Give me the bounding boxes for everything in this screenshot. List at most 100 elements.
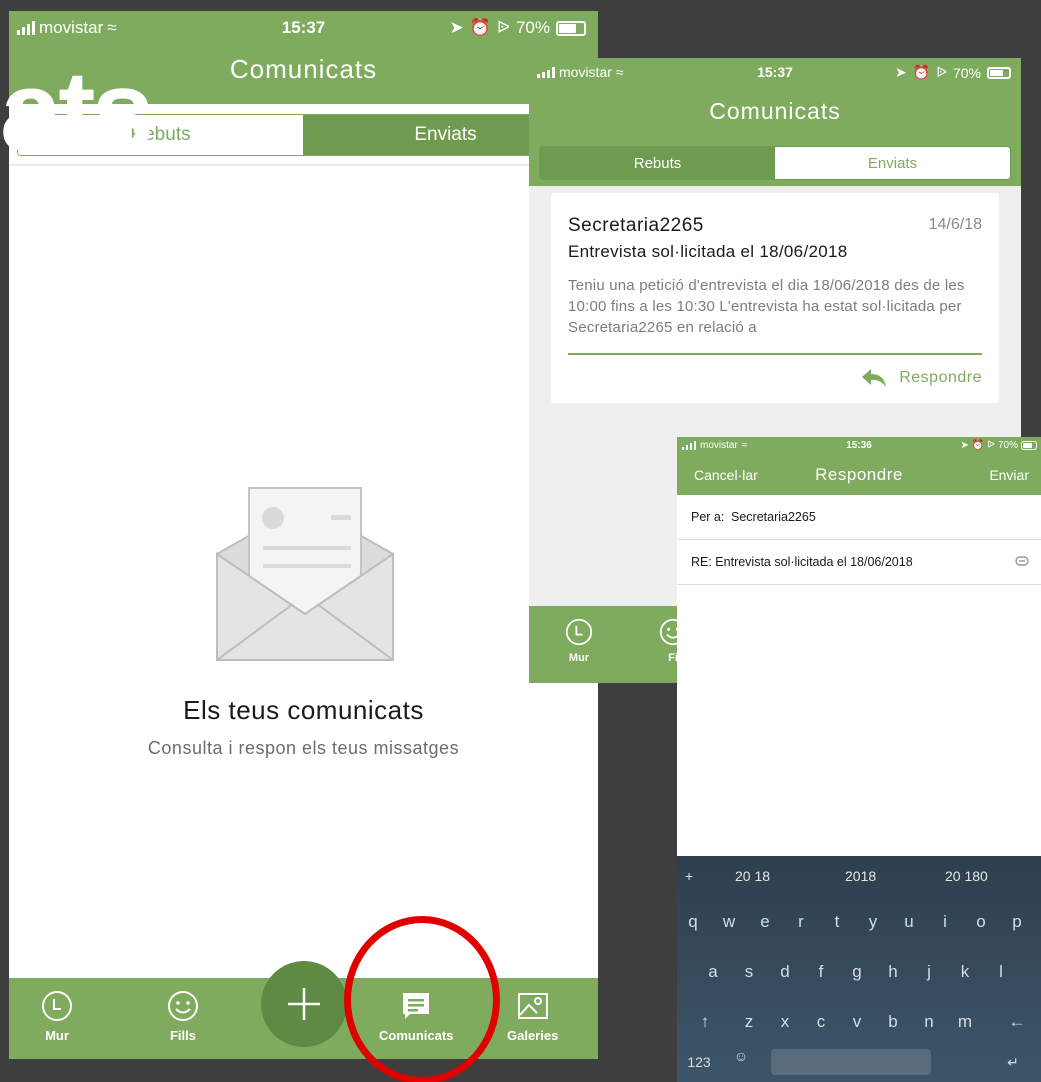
message-date: 14/6/18 xyxy=(928,216,982,233)
battery-icon xyxy=(556,20,586,36)
key[interactable]: d xyxy=(775,962,795,982)
key[interactable]: j xyxy=(919,962,939,982)
emoji-key[interactable]: ☺ xyxy=(731,1048,751,1064)
suggestion-1[interactable]: 20 18 xyxy=(735,868,770,884)
status-right: ➤ ⏰ ᐉ 70% xyxy=(895,64,1011,81)
key[interactable]: b xyxy=(883,1012,903,1032)
empty-state-subtitle: Consulta i respon els teus missatges xyxy=(147,738,460,758)
key[interactable]: p xyxy=(1007,912,1027,932)
message-card[interactable]: Secretaria2265 14/6/18 Entrevista sol·li… xyxy=(551,193,999,403)
suggestion-2[interactable]: 2018 xyxy=(845,868,876,884)
highlight-circle xyxy=(344,916,500,1082)
send-button[interactable]: Enviar xyxy=(989,467,1029,483)
suggestion-bar: + 20 18 2018 20 180 xyxy=(677,856,1041,898)
clock-icon xyxy=(565,618,593,646)
battery-label: 70% xyxy=(997,440,1018,451)
subject-row[interactable]: RE: Entrevista sol·licitada el 18/06/201… xyxy=(677,540,1041,585)
battery-label: 70% xyxy=(952,64,981,81)
nav-header: Respondre Cancel·lar Enviar xyxy=(677,455,1041,495)
phone-reply-compose: movistar ≈ 15:36 ➤ ⏰ ᐉ 70% Respondre Can… xyxy=(677,437,1041,1082)
status-bar: movistar ≈ 15:36 ➤ ⏰ ᐉ 70% xyxy=(677,437,1041,455)
enter-key[interactable]: ↵ xyxy=(1003,1054,1023,1071)
key[interactable]: q xyxy=(683,912,703,932)
key[interactable]: i xyxy=(935,912,955,932)
key[interactable]: x xyxy=(775,1012,795,1032)
message-subject: Entrevista sol·licitada el 18/06/2018 xyxy=(568,242,848,261)
nav-header: Comunicats xyxy=(529,86,1021,134)
battery-icon xyxy=(1021,441,1037,450)
key[interactable]: s xyxy=(739,962,759,982)
bluetooth-icon: ᐉ xyxy=(987,440,995,451)
empty-state-title: Els teus comunicats xyxy=(183,695,424,725)
location-icon: ➤ xyxy=(895,64,907,80)
status-right: ➤ ⏰ ᐉ 70% xyxy=(960,440,1037,451)
reply-icon xyxy=(862,369,887,387)
tab-mur[interactable]: Mur xyxy=(41,978,73,1043)
tab-enviats[interactable]: Enviats xyxy=(775,147,1010,179)
tab-galeries[interactable]: Galeries xyxy=(507,978,558,1043)
key[interactable]: c xyxy=(811,1012,831,1032)
recipient-row[interactable]: Per a: Secretaria2265 xyxy=(677,495,1041,540)
bluetooth-icon: ᐉ xyxy=(496,18,510,37)
key[interactable]: a xyxy=(703,962,723,982)
alarm-icon: ⏰ xyxy=(971,440,985,451)
key[interactable]: k xyxy=(955,962,975,982)
overlay-text-fragment: ats xyxy=(0,48,154,173)
key[interactable]: t xyxy=(827,912,847,932)
gallery-icon xyxy=(517,993,548,1019)
key[interactable]: h xyxy=(883,962,903,982)
subject-field[interactable]: RE: Entrevista sol·licitada el 18/06/201… xyxy=(691,555,913,569)
key[interactable]: z xyxy=(739,1012,759,1032)
backspace-key[interactable]: ← xyxy=(1007,1012,1027,1032)
shift-key[interactable]: ↑ xyxy=(695,1012,715,1032)
alarm-icon: ⏰ xyxy=(912,64,931,80)
key[interactable]: y xyxy=(863,912,883,932)
plus-icon xyxy=(288,988,320,1020)
envelope-icon xyxy=(216,487,394,661)
tab-rebuts[interactable]: Rebuts xyxy=(540,147,775,179)
status-right: ➤ ⏰ ᐉ 70% xyxy=(449,18,586,38)
tab-fills-label: Fills xyxy=(169,1028,196,1043)
key[interactable]: r xyxy=(791,912,811,932)
key[interactable]: e xyxy=(755,912,775,932)
message-sender: Secretaria2265 xyxy=(568,215,704,236)
numbers-key[interactable]: 123 xyxy=(683,1054,715,1070)
alarm-icon: ⏰ xyxy=(469,18,491,37)
page-title: Comunicats xyxy=(709,98,841,124)
battery-label: 70% xyxy=(515,18,550,37)
tab-mur-label: Mur xyxy=(45,1028,69,1043)
tab-mur[interactable]: Mur xyxy=(565,606,593,664)
message-body: Teniu una petició d'entrevista el dia 18… xyxy=(568,277,965,336)
key[interactable]: w xyxy=(719,912,739,932)
key[interactable]: v xyxy=(847,1012,867,1032)
key[interactable]: m xyxy=(955,1012,975,1032)
key-row-2: a s d f g h j k l xyxy=(677,954,1041,992)
segmented-control: Rebuts Enviats xyxy=(539,146,1011,180)
cancel-button[interactable]: Cancel·lar xyxy=(694,467,758,483)
keyboard: + 20 18 2018 20 180 q w e r t y u i o p … xyxy=(677,856,1041,1082)
key[interactable]: n xyxy=(919,1012,939,1032)
suggestion-3[interactable]: 20 180 xyxy=(945,868,988,884)
to-label: Per a: xyxy=(691,510,725,524)
status-bar: movistar ≈ 15:37 ➤ ⏰ ᐉ 70% xyxy=(9,11,598,46)
card-divider xyxy=(568,353,982,355)
tab-fills[interactable]: Fills xyxy=(167,978,199,1043)
key[interactable]: o xyxy=(971,912,991,932)
key[interactable]: f xyxy=(811,962,831,982)
status-bar: movistar ≈ 15:37 ➤ ⏰ ᐉ 70% xyxy=(529,58,1021,86)
battery-icon xyxy=(987,66,1011,79)
reply-button[interactable]: Respondre xyxy=(861,368,982,388)
location-icon: ➤ xyxy=(960,440,969,451)
key[interactable]: l xyxy=(991,962,1011,982)
key[interactable]: g xyxy=(847,962,867,982)
space-key[interactable] xyxy=(771,1049,931,1075)
reply-label: Respondre xyxy=(899,369,982,386)
add-button[interactable] xyxy=(261,961,347,1047)
to-value: Secretaria2265 xyxy=(731,510,816,524)
attachment-icon[interactable] xyxy=(1015,555,1029,569)
tab-galeries-label: Galeries xyxy=(507,1028,559,1043)
tab-mur-label: Mur xyxy=(568,652,590,664)
key[interactable]: u xyxy=(899,912,919,932)
smiley-icon xyxy=(168,991,198,1021)
plus-key[interactable]: + xyxy=(685,868,693,884)
